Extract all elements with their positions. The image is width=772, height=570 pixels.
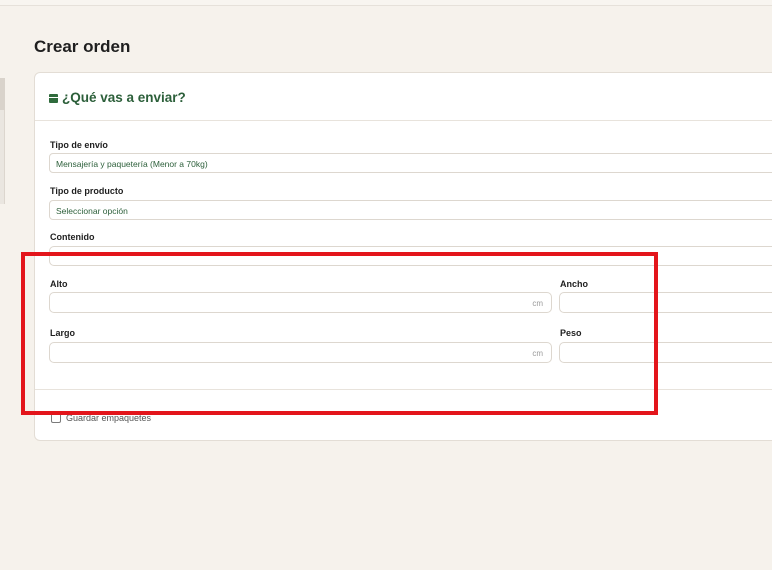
shipment-type-label: Tipo de envío	[50, 140, 108, 150]
content-label: Contenido	[50, 232, 95, 242]
weight-label: Peso	[560, 328, 582, 338]
content-input[interactable]	[49, 246, 772, 266]
shipment-card: ¿Qué vas a enviar? Tipo de envío Mensaje…	[34, 72, 772, 441]
card-title: ¿Qué vas a enviar?	[62, 90, 186, 105]
product-type-label: Tipo de producto	[50, 186, 124, 196]
page-title: Crear orden	[34, 37, 131, 56]
top-bar	[0, 0, 772, 6]
save-package-label[interactable]: Guardar empaquetes	[66, 413, 151, 423]
width-input[interactable]	[559, 292, 772, 313]
length-label: Largo	[50, 328, 76, 338]
section-divider	[35, 389, 772, 390]
height-unit: cm	[532, 299, 543, 308]
length-input[interactable]: cm	[49, 342, 552, 363]
package-icon	[49, 94, 58, 103]
save-package-checkbox[interactable]	[51, 413, 61, 423]
shipment-type-select[interactable]: Mensajería y paquetería (Menor a 70kg)	[49, 153, 772, 173]
height-input[interactable]: cm	[49, 292, 552, 313]
length-unit: cm	[532, 349, 543, 358]
weight-input[interactable]	[559, 342, 772, 363]
card-header: ¿Qué vas a enviar?	[35, 73, 772, 121]
sidebar-active-indicator	[0, 78, 5, 110]
width-label: Ancho	[560, 279, 588, 289]
product-type-select[interactable]: Seleccionar opción	[49, 200, 772, 220]
height-label: Alto	[50, 279, 68, 289]
